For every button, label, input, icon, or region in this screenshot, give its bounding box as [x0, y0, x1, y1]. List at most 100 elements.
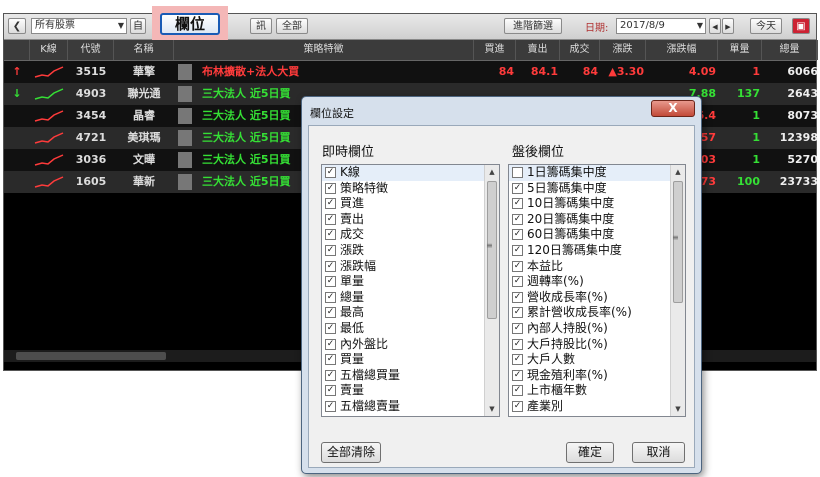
checkbox[interactable]: ✓ [512, 400, 523, 412]
checkbox[interactable]: ✓ [512, 322, 523, 334]
header-total[interactable]: 總量 [762, 40, 818, 60]
list-item[interactable]: ✓ K線 [322, 165, 499, 181]
back-arrow-icon[interactable]: ❮ [8, 18, 26, 34]
header-deal[interactable]: 成交 [560, 40, 600, 60]
checkbox[interactable]: ✓ [512, 229, 523, 241]
checkbox[interactable]: ✓ [512, 260, 523, 272]
realtime-columns-list[interactable]: ✓ K線 ✓ 策略特徵 ✓ 買進 ✓ 賣出 ✓ 成交 ✓ 漲跌 ✓ 漲跌幅 ✓ 單量 ✓ 總量 ✓ 最高 ✓ 最低 ✓ 內外盤… [321, 164, 500, 417]
list-item[interactable]: 1日籌碼集中度 [509, 165, 685, 181]
cancel-button[interactable]: 取消 [632, 442, 685, 463]
list-item[interactable]: ✓ 120日籌碼集中度 [509, 243, 685, 259]
scrollbar-thumb[interactable] [673, 181, 683, 303]
list-item[interactable]: ✓ 賣出 [322, 212, 499, 228]
checkbox[interactable]: ✓ [512, 213, 523, 225]
header-volume[interactable]: 單量 [718, 40, 762, 60]
checkbox[interactable]: ✓ [325, 400, 336, 412]
list-item[interactable]: ✓ 五檔總賣量 [322, 399, 499, 415]
list-item[interactable]: ✓ 本益比 [509, 259, 685, 275]
list-item[interactable]: ✓ 大戶人數 [509, 352, 685, 368]
checkbox[interactable]: ✓ [512, 369, 523, 381]
checkbox[interactable]: ✓ [325, 354, 336, 366]
header-buy[interactable]: 買進 [474, 40, 516, 60]
list-item[interactable]: ✓ 內外盤比 [322, 337, 499, 353]
checkbox[interactable]: ✓ [325, 167, 336, 178]
header-change-pct[interactable]: 漲跌幅 [646, 40, 718, 60]
header-sell[interactable]: 賣出 [516, 40, 560, 60]
columns-button[interactable]: 欄位 [160, 13, 220, 35]
list-item[interactable]: ✓ 20日籌碼集中度 [509, 212, 685, 228]
list-item[interactable]: ✓ 成交 [322, 227, 499, 243]
header-code[interactable]: 代號 [68, 40, 114, 60]
checkbox[interactable]: ✓ [512, 338, 523, 350]
afterhours-columns-list[interactable]: 1日籌碼集中度 ✓ 5日籌碼集中度 ✓ 10日籌碼集中度 ✓ 20日籌碼集中度 ✓ 60日籌碼集… [508, 164, 686, 417]
checkbox[interactable]: ✓ [325, 213, 336, 225]
info-button[interactable]: 訊 [250, 18, 272, 34]
next-day-button[interactable]: ▶ [722, 18, 734, 34]
checkbox[interactable]: ✓ [325, 198, 336, 210]
scrollbar-thumb[interactable] [487, 181, 497, 319]
checkbox[interactable]: ✓ [512, 385, 523, 397]
list-item[interactable]: ✓ 五檔總買量 [322, 368, 499, 384]
list-item[interactable]: ✓ 買量 [322, 352, 499, 368]
checkbox[interactable]: ✓ [325, 307, 336, 319]
date-picker[interactable]: 2017/8/9 ▼ [616, 18, 706, 34]
checkbox[interactable]: ✓ [325, 229, 336, 241]
header-strategy[interactable]: 策略特徵 [174, 40, 474, 60]
checkbox[interactable]: ✓ [325, 244, 336, 256]
checkbox[interactable]: ✓ [325, 276, 336, 288]
list-item[interactable]: ✓ 漲跌幅 [322, 259, 499, 275]
ok-button[interactable]: 確定 [566, 442, 614, 463]
header-change[interactable]: 漲跌 [600, 40, 646, 60]
list-item[interactable]: ✓ 策略特徵 [322, 181, 499, 197]
prev-day-button[interactable]: ◀ [709, 18, 721, 34]
checkbox[interactable]: ✓ [325, 369, 336, 381]
clear-all-button[interactable]: 全部清除 [321, 442, 381, 463]
scroll-up-icon[interactable]: ▲ [485, 165, 499, 179]
checkbox[interactable]: ✓ [512, 182, 523, 194]
scroll-down-icon[interactable]: ▼ [671, 402, 685, 416]
all-button[interactable]: 全部 [276, 18, 308, 34]
list-item[interactable]: ✓ 內部人持股(%) [509, 321, 685, 337]
list-item[interactable]: ✓ 累計營收成長率(%) [509, 305, 685, 321]
list-item[interactable]: ✓ 最高 [322, 305, 499, 321]
list-item[interactable]: ✓ 產業別 [509, 399, 685, 415]
close-icon[interactable]: X [651, 100, 695, 117]
list-item[interactable]: ✓ 漲跌 [322, 243, 499, 259]
checkbox[interactable]: ✓ [325, 385, 336, 397]
export-icon[interactable]: ▣ [792, 18, 810, 34]
checkbox[interactable]: ✓ [512, 244, 523, 256]
stock-group-select[interactable]: 所有股票 ▼ [31, 18, 127, 34]
checkbox[interactable]: ✓ [325, 291, 336, 303]
header-kline[interactable]: K線 [30, 40, 68, 60]
list-item[interactable]: ✓ 5日籌碼集中度 [509, 181, 685, 197]
custom-button[interactable]: 自 [130, 18, 146, 34]
checkbox[interactable]: ✓ [512, 354, 523, 366]
afterhours-list-scrollbar[interactable]: ▲ ≡ ▼ [670, 165, 685, 416]
scroll-up-icon[interactable]: ▲ [671, 165, 685, 179]
list-item[interactable]: ✓ 單量 [322, 274, 499, 290]
table-row[interactable]: ↑ 3515 華擎 布林擴散+法人大買 84 84.1 84 ▲3.30 4.09 1 6066 [4, 61, 818, 83]
header-name[interactable]: 名稱 [114, 40, 174, 60]
checkbox[interactable]: ✓ [325, 182, 336, 194]
list-item[interactable]: ✓ 總量 [322, 290, 499, 306]
list-item[interactable]: ✓ 10日籌碼集中度 [509, 196, 685, 212]
list-item[interactable]: ✓ 賣量 [322, 383, 499, 399]
list-item[interactable]: ✓ 現金殖利率(%) [509, 368, 685, 384]
checkbox[interactable]: ✓ [325, 260, 336, 272]
checkbox[interactable]: ✓ [325, 322, 336, 334]
scrollbar-thumb[interactable] [16, 352, 166, 360]
list-item[interactable]: ✓ 上市櫃年數 [509, 383, 685, 399]
checkbox[interactable] [512, 167, 523, 178]
checkbox[interactable]: ✓ [512, 276, 523, 288]
list-item[interactable]: ✓ 週轉率(%) [509, 274, 685, 290]
today-button[interactable]: 今天 [750, 18, 782, 34]
realtime-list-scrollbar[interactable]: ▲ ≡ ▼ [484, 165, 499, 416]
list-item[interactable]: ✓ 最低 [322, 321, 499, 337]
checkbox[interactable]: ✓ [512, 307, 523, 319]
checkbox[interactable]: ✓ [325, 338, 336, 350]
scroll-down-icon[interactable]: ▼ [485, 402, 499, 416]
list-item[interactable]: ✓ 60日籌碼集中度 [509, 227, 685, 243]
list-item[interactable]: ✓ 大戶持股比(%) [509, 337, 685, 353]
checkbox[interactable]: ✓ [512, 198, 523, 210]
list-item[interactable]: ✓ 買進 [322, 196, 499, 212]
